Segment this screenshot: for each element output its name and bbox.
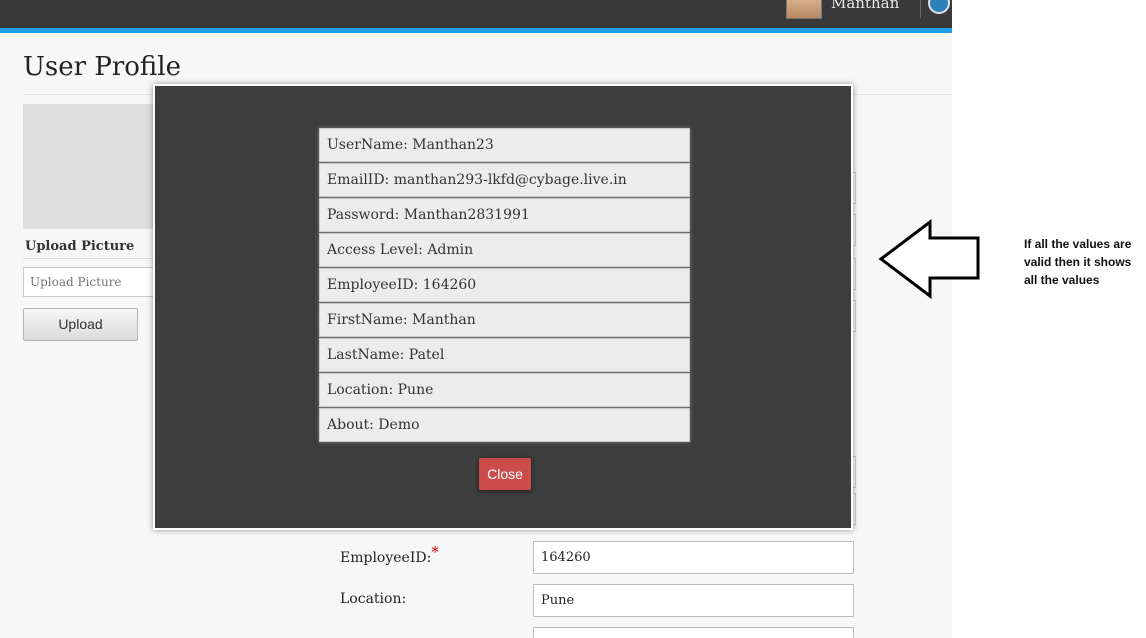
upload-picture-input[interactable] xyxy=(23,267,163,297)
navbar-divider xyxy=(920,0,921,18)
modal-row-about: About: Demo xyxy=(319,408,690,442)
employee-id-label: EmployeeID:* xyxy=(340,543,439,566)
header-username[interactable]: Manthan xyxy=(831,0,899,12)
modal-row-password: Password: Manthan2831991 xyxy=(319,198,690,232)
user-avatar[interactable] xyxy=(786,0,822,19)
modal-row-email: EmailID: manthan293-lkfd@cybage.live.in xyxy=(319,163,690,197)
upload-picture-label: Upload Picture xyxy=(25,239,135,254)
modal-row-last-name: LastName: Patel xyxy=(319,338,690,372)
annotation-note: If all the values are valid then it show… xyxy=(1024,237,1132,287)
modal-row-access-level: Access Level: Admin xyxy=(319,233,690,267)
upload-divider xyxy=(23,258,163,259)
employee-id-field[interactable]: 164260 xyxy=(533,541,854,574)
app-page: Manthan User Profile Upload Picture Uplo… xyxy=(0,0,952,638)
location-field[interactable]: Pune xyxy=(533,584,854,617)
next-field[interactable] xyxy=(533,627,854,638)
profile-summary-modal: UserName: Manthan23 EmailID: manthan293-… xyxy=(153,84,853,530)
modal-row-first-name: FirstName: Manthan xyxy=(319,303,690,337)
profile-picture-placeholder xyxy=(23,104,163,229)
page-title: User Profile xyxy=(23,52,181,82)
navbar-accent-line xyxy=(0,28,952,33)
modal-row-location: Location: Pune xyxy=(319,373,690,407)
close-button[interactable]: Close xyxy=(479,458,531,490)
modal-row-employee-id: EmployeeID: 164260 xyxy=(319,268,690,302)
location-label: Location: xyxy=(340,591,407,607)
modal-row-username: UserName: Manthan23 xyxy=(319,128,690,162)
upload-button[interactable]: Upload xyxy=(23,308,138,341)
employee-id-label-text: EmployeeID: xyxy=(340,550,432,566)
required-marker: * xyxy=(431,543,439,561)
left-arrow-icon xyxy=(878,219,980,299)
